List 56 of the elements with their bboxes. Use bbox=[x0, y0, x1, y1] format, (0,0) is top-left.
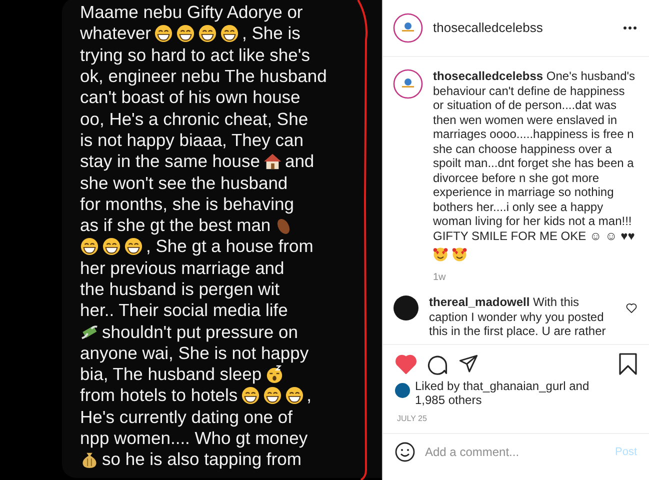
grinning-face-icon bbox=[176, 24, 196, 44]
note-text: , She gt a house from bbox=[146, 236, 314, 258]
house-icon bbox=[262, 152, 282, 172]
grinning-face-icon bbox=[124, 237, 143, 256]
note-text: whatever bbox=[80, 23, 152, 44]
note-text: as if she gt the best man bbox=[80, 215, 271, 236]
note-text: her previous marriage and bbox=[80, 258, 284, 279]
note-text: is not happy biaaa, They can bbox=[80, 130, 304, 151]
note-text: bia, The husband sleep bbox=[80, 364, 262, 386]
post-date: JULY 25 bbox=[383, 407, 649, 434]
note-text: ok, engineer nebu The husband bbox=[80, 66, 327, 88]
comment-text: thereal_madowell With this caption I wonder why you posted this in the first place. U are rather bbox=[429, 295, 607, 338]
note-text: , She is bbox=[242, 23, 300, 44]
note-text: can't boast of his own house bbox=[80, 87, 300, 108]
note-text: her.. Their social media life bbox=[80, 300, 288, 322]
avatar-icon[interactable] bbox=[393, 295, 419, 321]
smiling-hearts-face-icon bbox=[452, 247, 467, 262]
note-text: , bbox=[306, 385, 312, 406]
grinning-face-icon bbox=[102, 237, 121, 256]
grinning-face-icon bbox=[262, 386, 282, 406]
caption-text: thosecalledcelebss One's husband's behaviour can't define de happiness or situation of de person....dat was then wen women were enslaved in marriages oooo.....happiness is free n she can choose happiness over a spoilt man...dnt forget she has been a divorcee before n she got more experience in marriage so nothing bothers her....i only see a happy woman living for her kids not a man!!! GIFTY SMILE FOR ME OKE ☺ ☺ ♥♥ bbox=[433, 69, 636, 243]
note-text: from hotels to hotels bbox=[80, 385, 238, 406]
comment-icon[interactable] bbox=[427, 354, 448, 374]
note-text: npp women.... Who gt money bbox=[80, 428, 308, 450]
more-options-icon[interactable] bbox=[623, 26, 637, 30]
grinning-face-icon bbox=[284, 386, 304, 406]
note-text: Maame nebu Gifty Adorye or bbox=[80, 2, 303, 24]
note-text: trying so hard to act like she's bbox=[80, 44, 310, 66]
note-text: He's currently dating one of bbox=[80, 406, 292, 428]
note-text: for months, she is behaving bbox=[80, 194, 294, 215]
note-text: the husband is pergen wit bbox=[80, 279, 280, 300]
grinning-face-icon bbox=[154, 24, 174, 44]
grinning-face-icon bbox=[198, 24, 218, 44]
smiling-hearts-face-icon bbox=[433, 247, 448, 262]
flying-money-icon bbox=[80, 322, 99, 342]
emoji-icon[interactable] bbox=[395, 442, 415, 462]
note-text: oo, He's a chronic cheat, She bbox=[80, 108, 308, 130]
note-text: anyone wai, She is not happy bbox=[80, 342, 309, 364]
sleeping-face-icon bbox=[264, 365, 284, 384]
note-text: and bbox=[284, 151, 314, 172]
post-time: 1w bbox=[433, 271, 447, 285]
money-bag-icon bbox=[80, 450, 99, 470]
likes-text[interactable]: Liked by that_ghanaian_gurl and 1,985 others bbox=[415, 379, 590, 407]
bookmark-icon[interactable] bbox=[619, 353, 637, 375]
note-text: so he is also tapping from bbox=[102, 449, 302, 470]
grinning-face-icon bbox=[240, 386, 260, 406]
username[interactable]: thosecalledcelebss bbox=[433, 18, 613, 38]
note-text: stay in the same house bbox=[80, 151, 260, 172]
note-text: she won't see the husband bbox=[80, 172, 288, 194]
heart-icon[interactable] bbox=[626, 303, 637, 313]
send-icon[interactable] bbox=[458, 354, 479, 374]
grinning-face-icon bbox=[220, 24, 240, 44]
note-text: shouldn't put pressure on bbox=[102, 322, 298, 343]
like-heart-icon[interactable] bbox=[395, 354, 417, 374]
liker-avatar-icon[interactable] bbox=[395, 383, 410, 398]
grinning-face-icon bbox=[80, 237, 99, 256]
